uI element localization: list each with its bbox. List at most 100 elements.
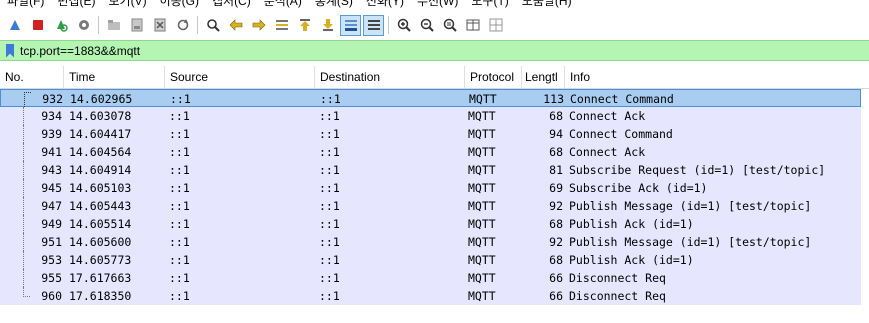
- restart-capture-button[interactable]: [50, 15, 71, 36]
- close-file-icon: [154, 18, 165, 32]
- colorize-button[interactable]: [363, 14, 384, 36]
- packet-protocol: MQTT: [468, 163, 496, 177]
- expand-subtrees-icon: [489, 18, 502, 32]
- packet-info: Connect Command: [570, 92, 674, 106]
- packet-source: ::1: [169, 217, 190, 231]
- menu-bar: 파일(F) 편집(E) 보기(V) 이동(G) 캡처(C) 분석(A) 통계(S…: [0, 0, 869, 10]
- packet-list: 932 14.602965 ::1 ::1 MQTT 113 Connect C…: [0, 89, 869, 305]
- packet-source: ::1: [169, 289, 190, 303]
- packet-info: Connect Ack: [569, 145, 646, 159]
- shark-fin-start-icon: [9, 20, 20, 30]
- packet-no: 960: [41, 289, 62, 303]
- packet-source: ::1: [169, 109, 190, 123]
- capture-options-button[interactable]: [73, 15, 94, 36]
- packet-protocol: MQTT: [468, 109, 496, 123]
- packet-row[interactable]: 934 14.603078 ::1 ::1 MQTT 68 Connect Ac…: [0, 107, 861, 125]
- menu-file[interactable]: 파일(F): [0, 0, 50, 9]
- column-header-length[interactable]: Lengtl: [522, 66, 565, 88]
- main-toolbar: [0, 12, 869, 38]
- packet-row[interactable]: 951 14.605600 ::1 ::1 MQTT 92 Publish Me…: [0, 233, 861, 251]
- packet-row[interactable]: 960 17.618350 ::1 ::1 MQTT 66 Disconnect…: [0, 287, 861, 305]
- packet-row[interactable]: 947 14.605443 ::1 ::1 MQTT 92 Publish Me…: [0, 197, 861, 215]
- packet-destination: ::1: [319, 145, 340, 159]
- go-forward-button[interactable]: [248, 15, 269, 36]
- packet-row[interactable]: 943 14.604914 ::1 ::1 MQTT 81 Subscribe …: [0, 161, 861, 179]
- close-file-button[interactable]: [149, 15, 170, 36]
- packet-no: 953: [41, 253, 62, 267]
- column-header-destination[interactable]: Destination: [315, 66, 465, 88]
- packet-length: 68: [549, 217, 563, 231]
- packet-time: 14.604417: [69, 127, 132, 141]
- packet-no: 939: [41, 127, 62, 141]
- menu-analyze[interactable]: 분석(A): [257, 0, 308, 9]
- packet-source: ::1: [169, 271, 190, 285]
- go-last-icon: [322, 19, 333, 31]
- packet-row[interactable]: 949 14.605514 ::1 ::1 MQTT 68 Publish Ac…: [0, 215, 861, 233]
- zoom-out-button[interactable]: [416, 15, 437, 36]
- column-header-source[interactable]: Source: [165, 66, 315, 88]
- zoom-normal-icon: [443, 18, 457, 32]
- zoom-normal-button[interactable]: [439, 15, 460, 36]
- go-first-button[interactable]: [294, 15, 315, 36]
- packet-row[interactable]: 953 14.605773 ::1 ::1 MQTT 68 Publish Ac…: [0, 251, 861, 269]
- reload-button[interactable]: [172, 15, 193, 36]
- display-filter-bar[interactable]: tcp.port==1883&&mqtt: [0, 40, 869, 61]
- go-to-packet-button[interactable]: [271, 15, 292, 36]
- go-back-icon: [229, 19, 242, 31]
- packet-source: ::1: [169, 253, 190, 267]
- packet-no: 947: [41, 199, 62, 213]
- column-header-time[interactable]: Time: [64, 66, 165, 88]
- column-header-info[interactable]: Info: [565, 66, 869, 88]
- packet-length: 68: [549, 145, 563, 159]
- go-to-packet-icon: [275, 20, 288, 30]
- bookmark-icon[interactable]: [6, 43, 14, 58]
- zoom-in-button[interactable]: [393, 15, 414, 36]
- column-header-protocol[interactable]: Protocol: [465, 66, 522, 88]
- packet-row[interactable]: 945 14.605103 ::1 ::1 MQTT 69 Subscribe …: [0, 179, 861, 197]
- auto-scroll-button[interactable]: [340, 14, 361, 36]
- packet-length: 113: [543, 92, 564, 106]
- menu-help[interactable]: 도움말(H): [515, 0, 578, 9]
- packet-info: Publish Ack (id=1): [569, 217, 694, 231]
- packet-length: 69: [549, 181, 563, 195]
- menu-edit[interactable]: 편집(E): [50, 0, 101, 9]
- menu-go[interactable]: 이동(G): [153, 0, 205, 9]
- go-first-icon: [299, 19, 310, 31]
- menu-tools[interactable]: 도구(T): [464, 0, 514, 9]
- menu-statistics[interactable]: 통계(S): [308, 0, 359, 9]
- go-last-button[interactable]: [317, 15, 338, 36]
- menu-capture[interactable]: 캡처(C): [205, 0, 257, 9]
- start-capture-button[interactable]: [4, 15, 25, 36]
- packet-source: ::1: [169, 181, 190, 195]
- packet-length: 66: [549, 271, 563, 285]
- resize-columns-button[interactable]: [462, 15, 483, 36]
- packet-no: 949: [41, 217, 62, 231]
- packet-row[interactable]: 955 17.617663 ::1 ::1 MQTT 66 Disconnect…: [0, 269, 861, 287]
- find-packet-button[interactable]: [202, 15, 223, 36]
- packet-destination: ::1: [319, 109, 340, 123]
- packet-row[interactable]: 932 14.602965 ::1 ::1 MQTT 113 Connect C…: [0, 89, 861, 109]
- menu-telephony[interactable]: 전화(Y): [359, 0, 410, 9]
- column-header-no[interactable]: No.: [0, 66, 64, 88]
- packet-info: Subscribe Ack (id=1): [569, 181, 708, 195]
- packet-time: 14.604914: [69, 163, 132, 177]
- open-file-icon: [107, 20, 120, 30]
- packet-row[interactable]: 939 14.604417 ::1 ::1 MQTT 94 Connect Co…: [0, 125, 861, 143]
- menu-wireless[interactable]: 무선(W): [410, 0, 464, 9]
- packet-source: ::1: [169, 199, 190, 213]
- packet-source: ::1: [169, 145, 190, 159]
- packet-info: Subscribe Request (id=1) [test/topic]: [569, 163, 826, 177]
- packet-destination: ::1: [319, 217, 340, 231]
- display-filter-input[interactable]: tcp.port==1883&&mqtt: [20, 44, 140, 58]
- go-back-button[interactable]: [225, 15, 246, 36]
- stop-capture-button[interactable]: [27, 15, 48, 36]
- menu-view[interactable]: 보기(V): [101, 0, 152, 9]
- save-file-button[interactable]: [126, 15, 147, 36]
- packet-row[interactable]: 941 14.604564 ::1 ::1 MQTT 68 Connect Ac…: [0, 143, 861, 161]
- expand-subtrees-button[interactable]: [485, 15, 506, 36]
- packet-destination: ::1: [319, 253, 340, 267]
- packet-info: Disconnect Req: [569, 289, 666, 303]
- open-file-button[interactable]: [103, 15, 124, 36]
- packet-time: 14.605773: [69, 253, 132, 267]
- packet-protocol: MQTT: [468, 289, 496, 303]
